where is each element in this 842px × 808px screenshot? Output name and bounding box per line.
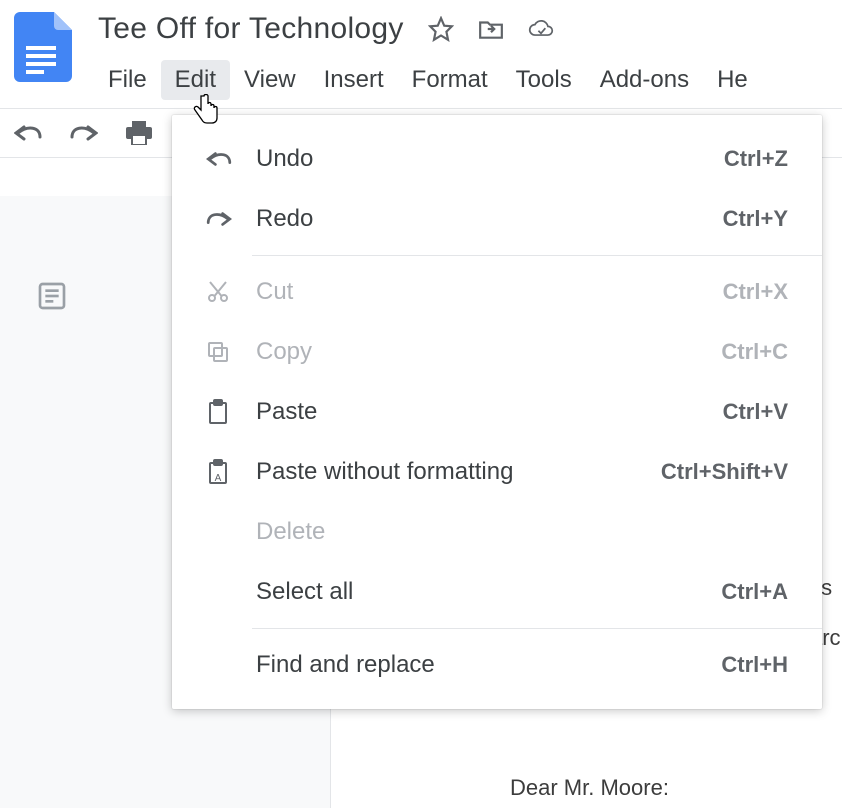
cut-icon: [206, 280, 238, 304]
menu-separator: [252, 628, 822, 629]
menu-select-all-shortcut: Ctrl+A: [721, 579, 788, 605]
menu-tools[interactable]: Tools: [502, 60, 586, 100]
svg-text:A: A: [215, 473, 222, 484]
redo-icon[interactable]: [70, 123, 98, 143]
menu-view[interactable]: View: [230, 60, 310, 100]
menu-cut-shortcut: Ctrl+X: [723, 279, 788, 305]
menu-cut[interactable]: Cut Ctrl+X: [172, 262, 822, 322]
menu-separator: [252, 255, 822, 256]
menu-paste-nofmt-label: Paste without formatting: [256, 458, 661, 486]
menu-find-replace[interactable]: Find and replace Ctrl+H: [172, 635, 822, 695]
menu-undo-shortcut: Ctrl+Z: [724, 146, 788, 172]
doc-text-fragment: Dear Mr. Moore:: [510, 775, 669, 801]
menu-redo[interactable]: Redo Ctrl+Y: [172, 189, 822, 249]
move-to-folder-icon[interactable]: [478, 16, 504, 42]
paste-icon: [206, 399, 238, 425]
menu-copy-label: Copy: [256, 338, 721, 366]
outline-icon[interactable]: [36, 280, 76, 320]
redo-icon: [206, 210, 238, 228]
menu-find-replace-shortcut: Ctrl+H: [721, 652, 788, 678]
copy-icon: [206, 340, 238, 364]
undo-icon: [206, 150, 238, 168]
menu-help[interactable]: He: [703, 60, 762, 100]
edit-dropdown: Undo Ctrl+Z Redo Ctrl+Y Cut Ctrl+X Copy …: [172, 115, 822, 709]
menu-redo-shortcut: Ctrl+Y: [723, 206, 788, 232]
cursor-hand-icon: [192, 94, 220, 124]
menu-select-all-label: Select all: [256, 578, 721, 606]
menu-undo-label: Undo: [256, 145, 724, 173]
star-icon[interactable]: [428, 16, 454, 42]
menu-cut-label: Cut: [256, 278, 723, 306]
menu-select-all[interactable]: Select all Ctrl+A: [172, 562, 822, 622]
menu-delete[interactable]: Delete: [172, 502, 822, 562]
menu-format[interactable]: Format: [398, 60, 502, 100]
menu-insert[interactable]: Insert: [310, 60, 398, 100]
document-title[interactable]: Tee Off for Technology: [98, 12, 404, 46]
menu-paste[interactable]: Paste Ctrl+V: [172, 382, 822, 442]
menu-copy[interactable]: Copy Ctrl+C: [172, 322, 822, 382]
menu-redo-label: Redo: [256, 205, 723, 233]
print-icon[interactable]: [126, 121, 152, 145]
docs-logo-icon[interactable]: [14, 12, 72, 82]
menu-copy-shortcut: Ctrl+C: [721, 339, 788, 365]
menu-paste-nofmt-shortcut: Ctrl+Shift+V: [661, 459, 788, 485]
menu-undo[interactable]: Undo Ctrl+Z: [172, 129, 822, 189]
menu-delete-label: Delete: [256, 518, 788, 546]
menu-addons[interactable]: Add-ons: [586, 60, 703, 100]
menu-paste-without-formatting[interactable]: A Paste without formatting Ctrl+Shift+V: [172, 442, 822, 502]
cloud-save-icon[interactable]: [528, 16, 554, 42]
menu-paste-shortcut: Ctrl+V: [723, 399, 788, 425]
menu-file[interactable]: File: [94, 60, 161, 100]
app-header: Tee Off for Technology File Edit View In…: [0, 0, 842, 100]
undo-icon[interactable]: [14, 123, 42, 143]
menu-paste-label: Paste: [256, 398, 723, 426]
menu-find-replace-label: Find and replace: [256, 651, 721, 679]
paste-nofmt-icon: A: [206, 459, 238, 485]
